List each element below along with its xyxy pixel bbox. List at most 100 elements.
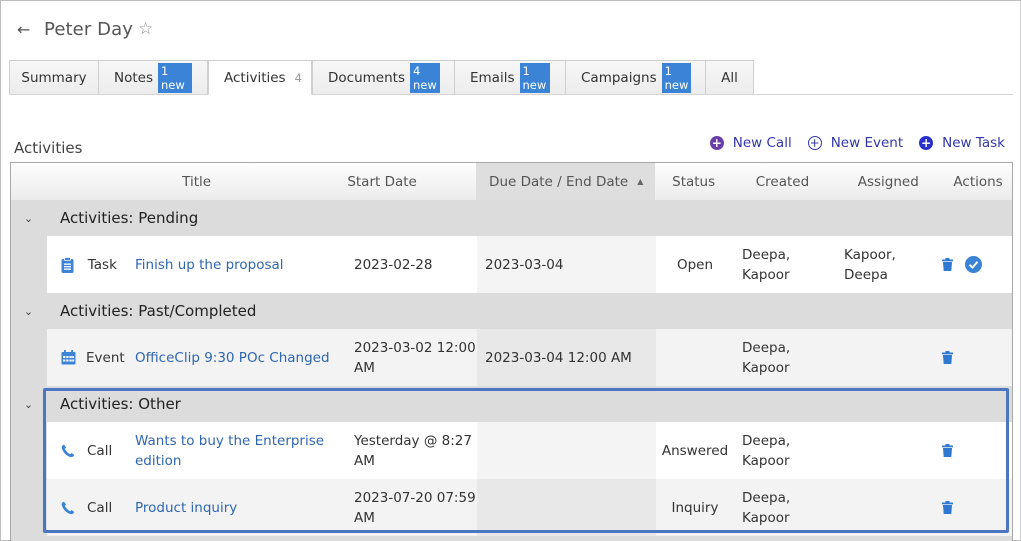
sort-ascending-icon: ▲ (637, 177, 644, 186)
assigned-to (836, 329, 942, 386)
delete-trash-icon[interactable] (942, 258, 953, 271)
column-label: Due Date / End Date (489, 173, 629, 190)
due-date: 2023-03-04 12:00 AM (477, 329, 656, 386)
tab-label: All (721, 69, 738, 86)
group-label: Activities: Past/Completed (60, 302, 257, 320)
assigned-to (836, 422, 942, 479)
expand-column-header (11, 163, 47, 200)
activity-type: Event (86, 349, 125, 366)
new-event-button[interactable]: + New Event (807, 135, 903, 151)
status: Inquiry (671, 499, 719, 516)
column-header-due-date[interactable]: Due Date / End Date ▲ (476, 163, 655, 200)
group-header-pending: ⌄ Activities: Pending (11, 200, 1012, 236)
activity-type: Task (87, 256, 117, 273)
plus-circle-outline-icon: + (807, 136, 822, 150)
new-badge: 1 new (661, 62, 692, 93)
table-row[interactable]: Call Wants to buy the Enterprise edition… (47, 422, 1012, 479)
back-arrow-icon[interactable]: ← (17, 20, 44, 39)
column-header-actions: Actions (944, 163, 1012, 200)
created-by: Deepa, Kapoor (742, 432, 791, 469)
due-date (477, 422, 656, 479)
delete-trash-icon[interactable] (942, 444, 953, 457)
page-title: Peter Day (44, 18, 133, 40)
page-header: ← Peter Day ☆ (17, 16, 153, 42)
group-header-past-completed: ⌄ Activities: Past/Completed (11, 293, 1012, 329)
tab-summary[interactable]: Summary (9, 60, 99, 95)
activity-type: Call (87, 442, 113, 459)
new-badge: 1 new (158, 62, 192, 93)
group-header-other: ⌄ Activities: Other (11, 386, 1012, 422)
plus-circle-icon: + (919, 136, 934, 150)
new-call-label: New Call (732, 135, 792, 151)
tab-label: Notes (114, 69, 153, 86)
assigned-to: Kapoor, Deepa (844, 246, 896, 283)
delete-trash-icon[interactable] (942, 351, 953, 364)
phone-icon (61, 444, 76, 458)
column-header-title[interactable]: Title (47, 163, 346, 200)
activities-grid: Title Start Date Due Date / End Date ▲ S… (10, 162, 1013, 541)
tab-label: Campaigns (581, 69, 657, 86)
start-date: 2023-03-02 12:00 AM (354, 339, 476, 376)
column-header-status[interactable]: Status (655, 163, 733, 200)
new-actions-bar: + New Call + New Event + New Task (709, 135, 1005, 151)
new-call-button[interactable]: + New Call (709, 135, 792, 151)
new-badge: 1 new (519, 62, 550, 93)
assigned-to (836, 479, 942, 536)
column-label: Actions (953, 173, 1003, 190)
table-row[interactable]: Call Product inquiry 2023-07-20 07:59 AM… (47, 479, 1012, 536)
tab-bar: Summary Notes 1 new Activities 4 Documen… (9, 60, 754, 95)
favorite-star-icon[interactable]: ☆ (138, 19, 153, 39)
delete-trash-icon[interactable] (942, 501, 953, 514)
due-date (477, 479, 656, 536)
group-label: Activities: Other (60, 395, 181, 413)
group-label: Activities: Pending (60, 209, 199, 227)
column-label: Start Date (347, 173, 417, 190)
column-header-assigned[interactable]: Assigned (832, 163, 944, 200)
grid-header: Title Start Date Due Date / End Date ▲ S… (11, 163, 1012, 200)
tab-documents[interactable]: Documents 4 new (312, 60, 455, 95)
created-by: Deepa, Kapoor (742, 246, 791, 283)
due-date: 2023-03-04 (477, 236, 656, 293)
complete-check-icon[interactable] (965, 256, 982, 273)
tab-label: Documents (328, 69, 405, 86)
tab-label: Emails (470, 69, 515, 86)
activity-type: Call (87, 499, 113, 516)
tab-notes[interactable]: Notes 1 new (99, 60, 208, 95)
table-row[interactable]: Event OfficeClip 9:30 POc Changed 2023-0… (47, 329, 1012, 386)
tab-campaigns[interactable]: Campaigns 1 new (566, 60, 706, 95)
new-task-label: New Task (942, 135, 1005, 151)
activity-title-link[interactable]: Finish up the proposal (135, 255, 284, 275)
count-label: 4 (294, 70, 302, 85)
created-by: Deepa, Kapoor (742, 339, 791, 376)
chevron-down-icon[interactable]: ⌄ (11, 398, 46, 411)
status: Open (676, 256, 714, 273)
phone-icon (61, 501, 76, 515)
tab-all[interactable]: All (706, 60, 754, 95)
column-header-created[interactable]: Created (733, 163, 833, 200)
activity-title-link[interactable]: Wants to buy the Enterprise edition (135, 431, 324, 471)
status: Answered (661, 442, 729, 459)
table-row[interactable]: Task Finish up the proposal 2023-02-28 2… (47, 236, 1012, 293)
chevron-down-icon[interactable]: ⌄ (11, 305, 46, 318)
start-date: 2023-07-20 07:59 AM (354, 489, 476, 526)
tab-label: Activities (224, 69, 286, 86)
plus-circle-icon: + (709, 136, 724, 150)
new-badge: 4 new (409, 62, 440, 93)
status (656, 329, 734, 386)
start-date: 2023-02-28 (354, 256, 433, 273)
calendar-icon (61, 350, 76, 365)
column-label: Status (672, 173, 716, 190)
chevron-down-icon[interactable]: ⌄ (11, 212, 46, 225)
tab-label: Summary (21, 69, 87, 86)
activity-title-link[interactable]: Product inquiry (135, 498, 237, 518)
column-label: Created (755, 173, 810, 190)
activity-title-link[interactable]: OfficeClip 9:30 POc Changed (135, 348, 330, 368)
new-task-button[interactable]: + New Task (919, 135, 1005, 151)
start-date: Yesterday @ 8:27 AM (354, 432, 472, 469)
tab-emails[interactable]: Emails 1 new (455, 60, 566, 95)
clipboard-icon (61, 256, 76, 273)
section-title: Activities (14, 139, 83, 157)
column-header-start-date[interactable]: Start Date (346, 163, 476, 200)
column-label: Assigned (857, 173, 919, 190)
tab-activities[interactable]: Activities 4 (208, 60, 312, 95)
